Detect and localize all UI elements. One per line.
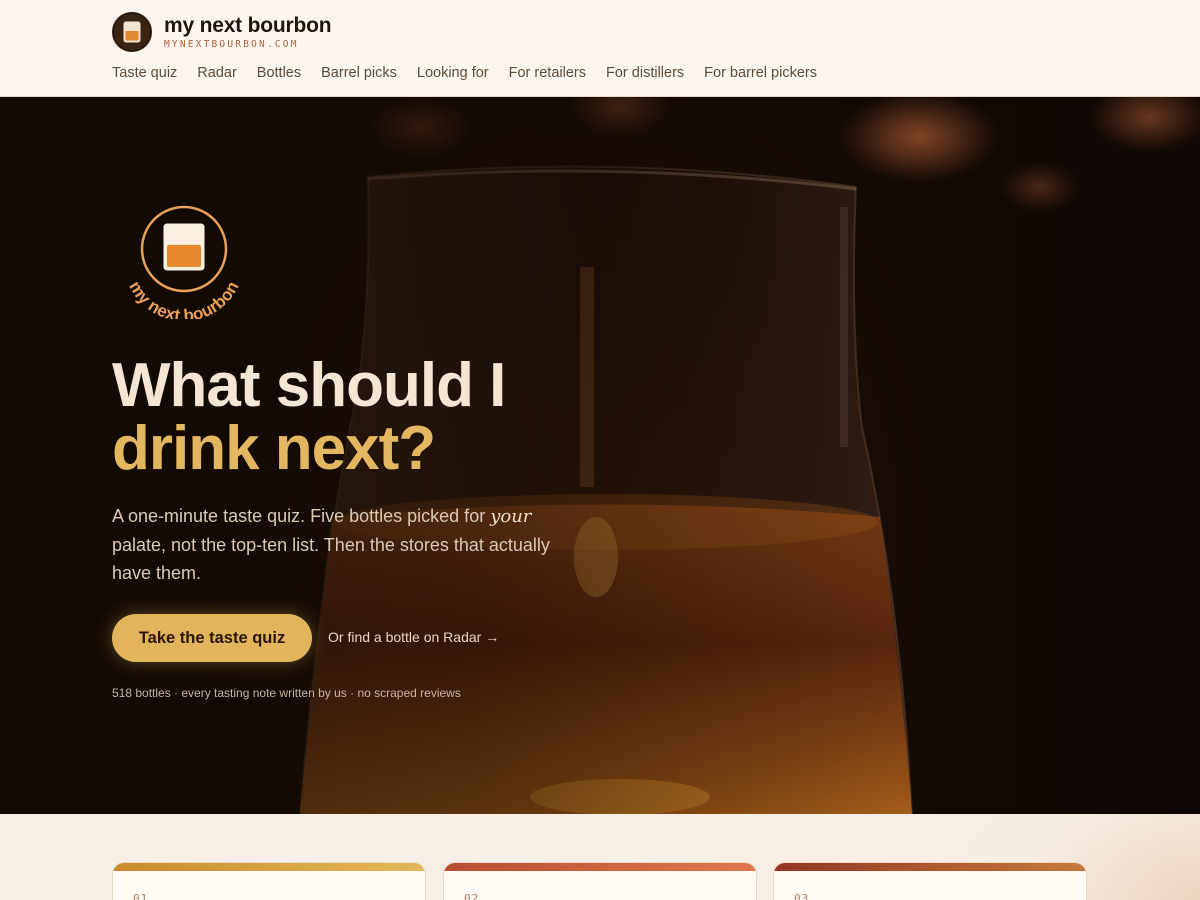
hero-title: What should I drink next? [112,351,506,483]
brand-text: my next bourbon MYNEXTBOURBON.COM [164,14,332,50]
nav-radar[interactable]: Radar [197,65,237,81]
brand-name: my next bourbon [164,14,332,37]
hero-stats: 518 bottles · every tasting note written… [112,686,461,700]
main-nav: Taste quiz Radar Bottles Barrel picks Lo… [112,65,837,81]
nav-looking-for[interactable]: Looking for [417,65,489,81]
whiskey-glass-logo-icon [112,12,152,52]
hero: my next bourbon What should I drink next… [0,97,1200,814]
nav-taste-quiz[interactable]: Taste quiz [112,65,177,81]
find-bottle-radar-link[interactable]: Or find a bottle on Radar → [328,629,499,645]
card-accent-bar [113,863,425,871]
hero-subtitle-part2: palate, not the top-ten list. Then the s… [112,535,550,583]
hero-subtitle-part1: A one-minute taste quiz. Five bottles pi… [112,506,491,526]
badge-text: my next bourbon [125,278,242,319]
nav-bottles[interactable]: Bottles [257,65,301,81]
card-number: 02 [464,892,480,900]
nav-for-barrel-pickers[interactable]: For barrel pickers [704,65,817,81]
feature-card-2[interactable]: 02 [443,862,757,900]
hero-title-line1: What should I [112,351,506,420]
nav-barrel-picks[interactable]: Barrel picks [321,65,397,81]
brand-badge-logo: my next bourbon [125,205,243,319]
site-header: my next bourbon MYNEXTBOURBON.COM Taste … [0,0,1200,97]
features-section: 01 02 03 [0,814,1200,900]
hero-title-line2: drink next? [112,414,436,483]
card-number: 01 [133,892,149,900]
brand[interactable]: my next bourbon MYNEXTBOURBON.COM [112,12,332,52]
brand-domain: MYNEXTBOURBON.COM [164,39,299,50]
feature-card-3[interactable]: 03 [773,862,1087,900]
nav-for-retailers[interactable]: For retailers [509,65,586,81]
card-accent-bar [774,863,1086,871]
hero-subtitle-emphasis: your [490,506,532,527]
card-number: 03 [794,892,810,900]
feature-card-1[interactable]: 01 [112,862,426,900]
hero-subtitle: A one-minute taste quiz. Five bottles pi… [112,502,562,587]
card-accent-bar [444,863,756,871]
take-taste-quiz-button[interactable]: Take the taste quiz [112,614,312,662]
nav-for-distillers[interactable]: For distillers [606,65,684,81]
